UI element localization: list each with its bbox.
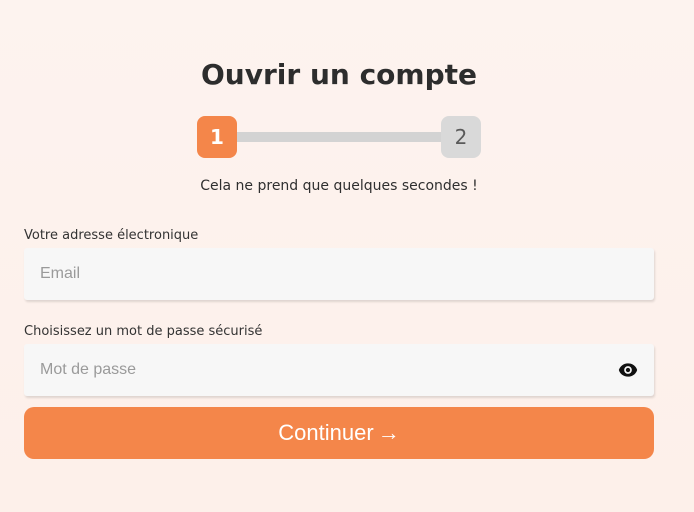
step-2-indicator: 2: [441, 116, 481, 158]
password-label: Choisissez un mot de passe sécurisé: [24, 324, 263, 339]
progress-stepper: 1 2: [197, 116, 481, 160]
continue-button-label: Continuer: [278, 420, 374, 445]
page-title: Ouvrir un compte: [201, 58, 477, 91]
arrow-right-icon: →: [377, 420, 400, 445]
stepper-connector-line: [235, 132, 443, 142]
password-field-wrapper: [24, 344, 654, 396]
email-label: Votre adresse électronique: [24, 228, 199, 243]
email-input[interactable]: [24, 265, 654, 283]
email-field-wrapper: [24, 248, 654, 300]
step-1-indicator: 1: [197, 116, 237, 158]
page-subtitle: Cela ne prend que quelques secondes !: [200, 178, 478, 194]
continue-button[interactable]: Continuer →: [24, 407, 654, 459]
password-input[interactable]: [24, 361, 654, 379]
eye-icon[interactable]: [618, 361, 638, 379]
